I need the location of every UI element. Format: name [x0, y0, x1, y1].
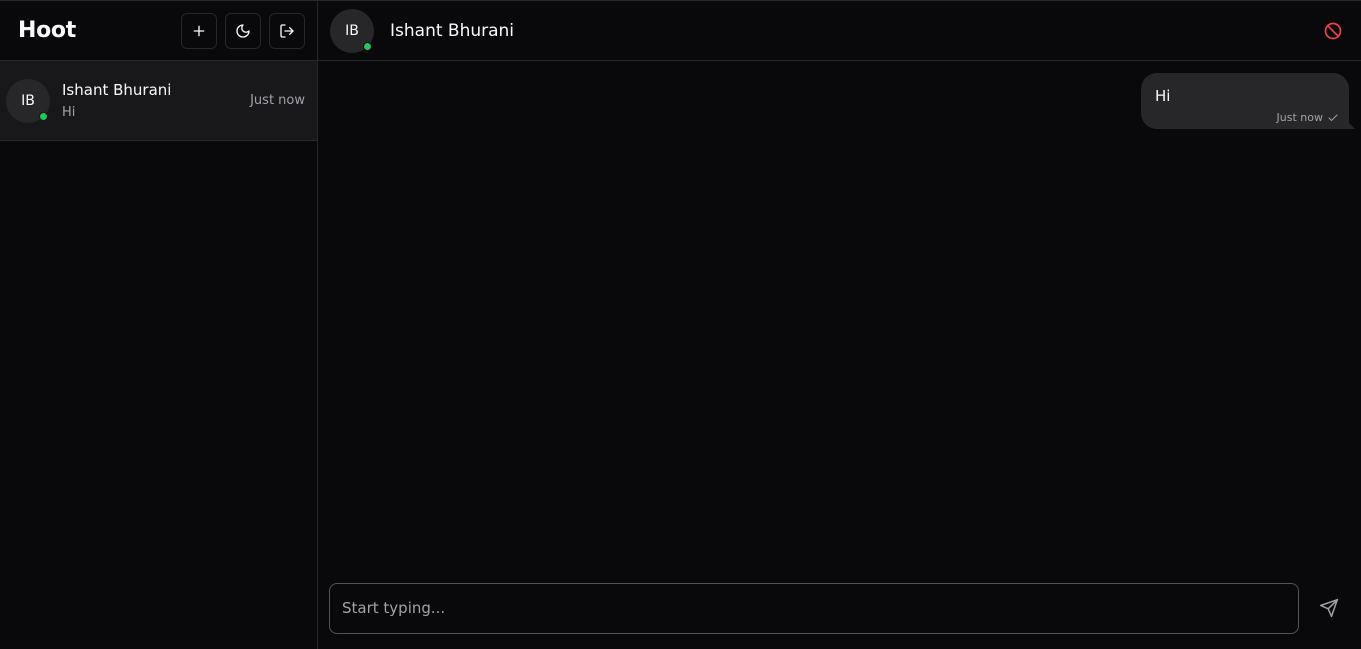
- online-indicator: [363, 41, 372, 51]
- new-chat-button[interactable]: [181, 12, 217, 49]
- message-text: Hi: [1155, 87, 1171, 105]
- chat-preview: Hi: [62, 105, 76, 120]
- send-icon: [1319, 598, 1339, 618]
- chat-timestamp: Just now: [250, 93, 305, 108]
- header-actions: [181, 12, 305, 49]
- message-list: Hi Just now: [318, 61, 1361, 573]
- send-button[interactable]: [1309, 588, 1349, 628]
- composer: [318, 573, 1361, 643]
- sidebar-header: Hoot: [0, 1, 317, 61]
- chat-list: IB Ishant Bhurani Hi Just now: [0, 61, 317, 141]
- plus-icon: [193, 25, 205, 36]
- avatar-initials: IB: [345, 22, 359, 39]
- chat-list-item[interactable]: IB Ishant Bhurani Hi Just now: [0, 61, 317, 141]
- message-input[interactable]: [329, 582, 1299, 634]
- online-indicator: [39, 111, 48, 121]
- app-title: Hoot: [18, 18, 76, 43]
- chat-info: Ishant Bhurani Hi: [62, 81, 250, 120]
- theme-toggle-button[interactable]: [225, 12, 261, 49]
- chat-name: Ishant Bhurani: [62, 81, 172, 99]
- conversation-header: IB Ishant Bhurani: [318, 1, 1361, 61]
- contact-name: Ishant Bhurani: [390, 20, 515, 41]
- logout-button[interactable]: [269, 12, 305, 49]
- conversation-panel: IB Ishant Bhurani Hi Just now: [318, 1, 1361, 649]
- message-bubble-outgoing[interactable]: Hi Just now: [1141, 73, 1355, 129]
- moon-icon: [236, 23, 250, 38]
- contact-avatar[interactable]: IB: [330, 8, 374, 53]
- message-timestamp: Just now: [1276, 111, 1323, 124]
- app-window: Hoot IB Ishant Bhurani Hi Just now IB Is…: [0, 0, 1361, 649]
- sidebar: Hoot IB Ishant Bhurani Hi Just now: [0, 1, 318, 649]
- avatar-initials: IB: [21, 92, 35, 109]
- block-user-button[interactable]: [1321, 19, 1345, 43]
- message-meta: Just now: [1277, 111, 1339, 124]
- check-icon: [1328, 114, 1338, 121]
- block-icon: [1324, 22, 1342, 39]
- logout-icon: [280, 23, 294, 38]
- avatar: IB: [6, 78, 50, 123]
